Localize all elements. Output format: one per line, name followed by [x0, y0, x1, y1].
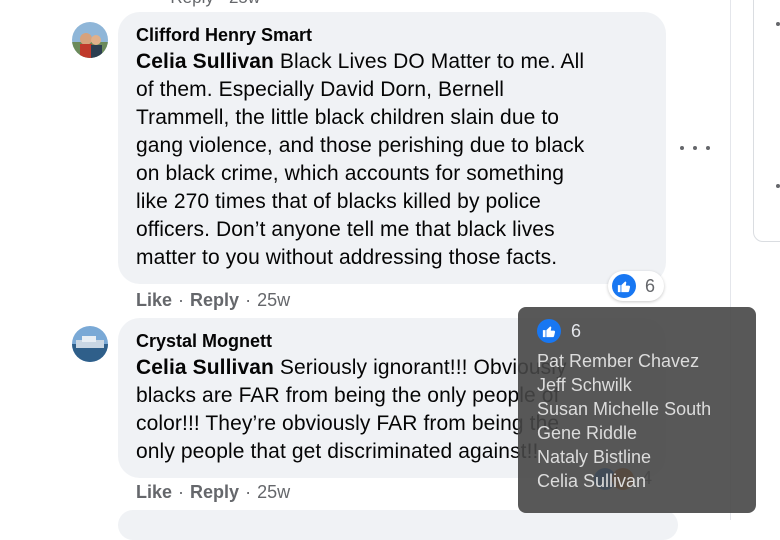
previous-comment-actions: · Reply · 25w	[160, 0, 260, 8]
reactor-name: Gene Riddle	[537, 423, 638, 443]
right-panel-dot	[776, 22, 780, 26]
dot-icon	[706, 146, 710, 150]
comment-bubble	[118, 510, 678, 540]
reaction-count: 6	[645, 275, 656, 296]
comment-actions: Like · Reply · 25w	[136, 482, 291, 502]
comment-text: Celia Sullivan Black Lives DO Matter to …	[136, 50, 585, 269]
comment-timestamp[interactable]: 25w	[257, 482, 290, 502]
dot-icon	[680, 146, 684, 150]
reply-button[interactable]: Reply	[190, 482, 239, 502]
comment-author[interactable]: Crystal Mognett	[136, 331, 272, 352]
mention-link[interactable]: Celia Sullivan	[136, 356, 274, 379]
comment-actions: Like · Reply · 25w	[136, 290, 291, 310]
tooltip-header: 6	[537, 319, 581, 343]
reactor-name: Nataly Bistline	[537, 447, 652, 467]
reactor-name: Jeff Schwilk	[537, 375, 632, 395]
like-reaction-icon	[537, 319, 561, 343]
comment-timestamp[interactable]: 25w	[257, 290, 290, 310]
comment-text: Celia Sullivan Seriously ignorant!!! Obv…	[136, 356, 567, 463]
reply-button[interactable]: Reply	[190, 290, 239, 310]
reactor-name: Pat Rember Chavez	[537, 351, 700, 371]
avatar[interactable]	[72, 326, 108, 362]
tooltip-count: 6	[571, 320, 582, 341]
reaction-summary[interactable]: 6	[608, 271, 665, 301]
right-panel-dot	[776, 184, 780, 188]
avatar[interactable]	[72, 22, 108, 58]
like-reaction-icon	[612, 274, 636, 298]
reactor-list: Pat Rember Chavez Jeff Schwilk Susan Mic…	[537, 349, 711, 493]
right-panel-card	[753, 0, 780, 242]
dot-icon	[693, 146, 697, 150]
comment-author[interactable]: Clifford Henry Smart	[136, 25, 312, 46]
more-options-button[interactable]	[680, 138, 710, 158]
mention-link[interactable]: Celia Sullivan	[136, 50, 274, 73]
reactor-name: Celia Sullivan	[537, 471, 647, 491]
reactions-tooltip: 6 Pat Rember Chavez Jeff Schwilk Susan M…	[518, 307, 756, 513]
like-button[interactable]: Like	[136, 482, 172, 502]
reactor-name: Susan Michelle South	[537, 399, 712, 419]
like-button[interactable]: Like	[136, 290, 172, 310]
